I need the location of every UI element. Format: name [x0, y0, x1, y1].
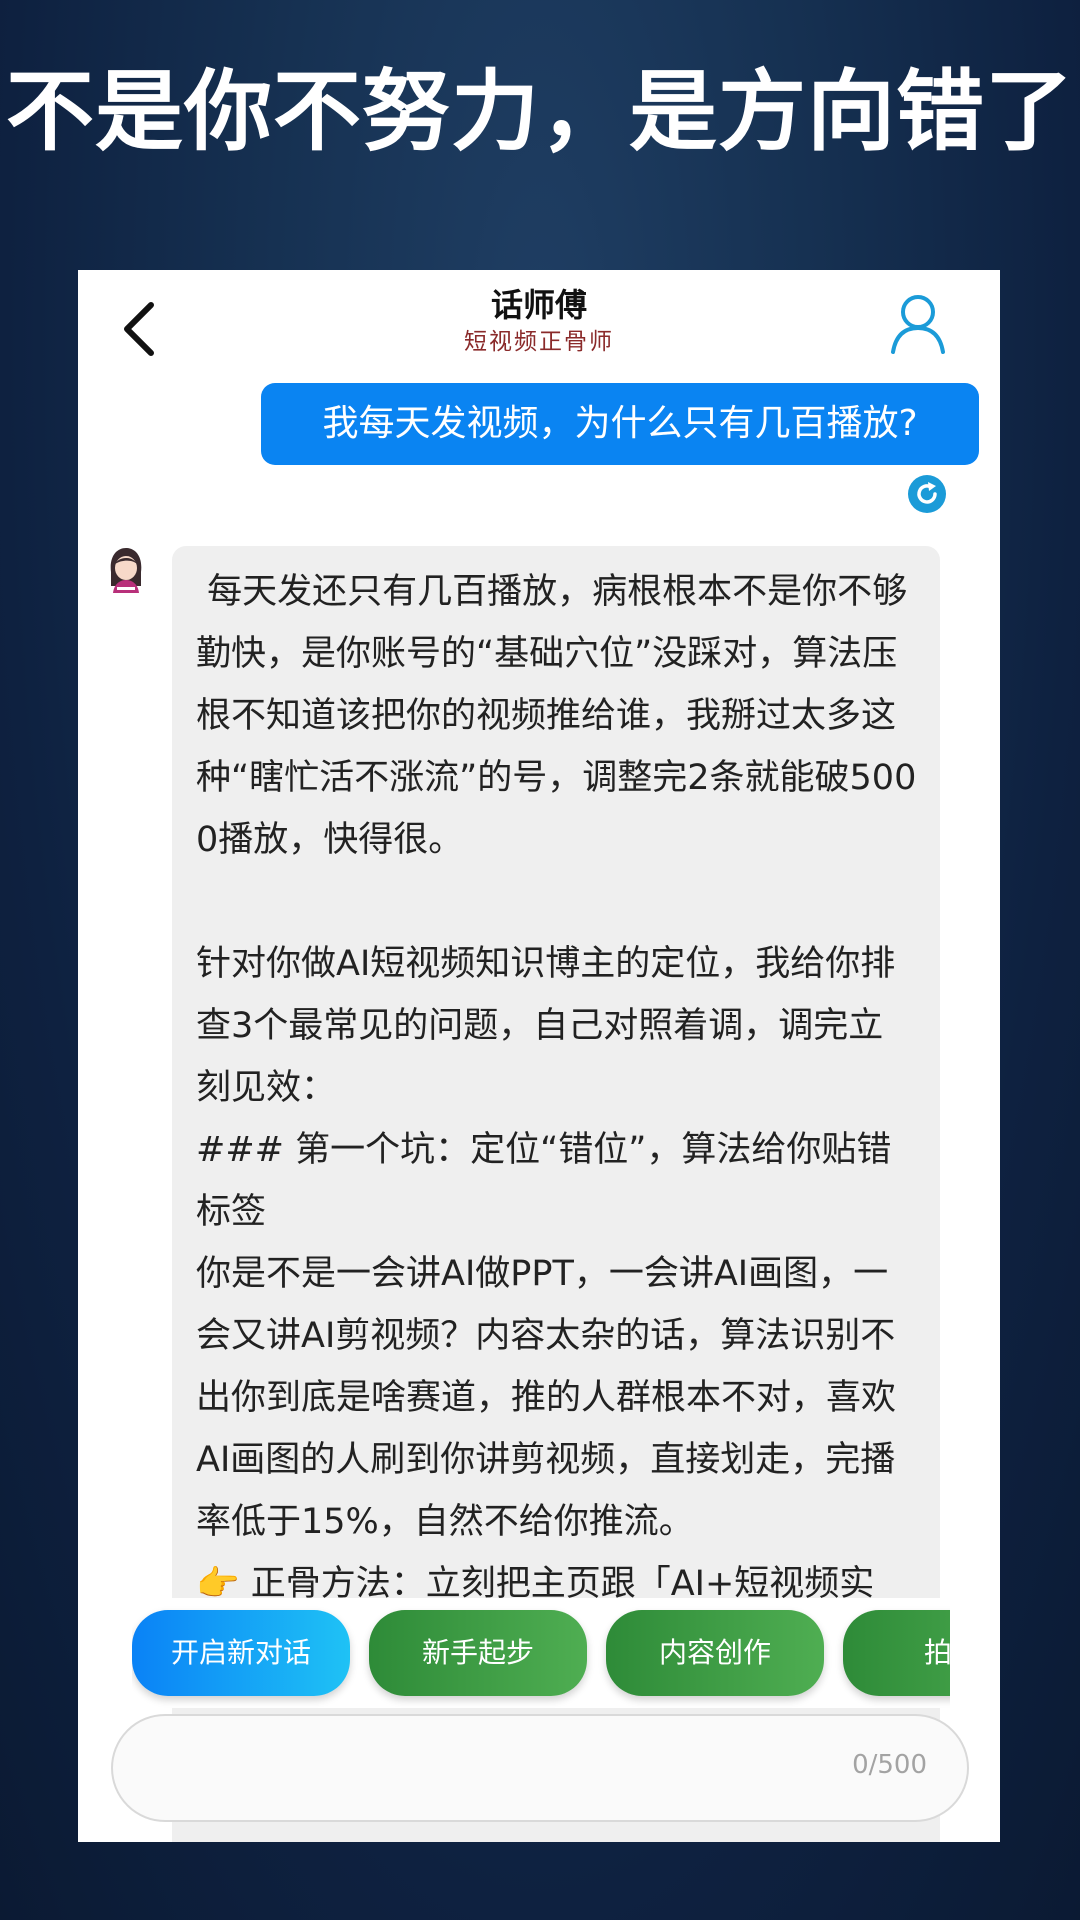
content-creation-chip[interactable]: 内容创作 — [606, 1610, 824, 1696]
assistant-message-text: 每天发还只有几百播放，病根根本不是你不够勤快，是你账号的“基础穴位”没踩对，算法… — [196, 572, 917, 1604]
char-counter: 0/500 — [852, 1750, 927, 1780]
header: 话师傅 短视频正骨师 — [78, 284, 1000, 358]
message-input-box[interactable]: 0/500 — [111, 1714, 969, 1822]
headline: 不是你不努力，是方向错了 — [5, 60, 1074, 163]
app-subtitle: 短视频正骨师 — [464, 329, 614, 355]
retry-button[interactable] — [907, 474, 947, 514]
app-title: 话师傅 — [490, 286, 587, 324]
profile-button[interactable] — [888, 292, 948, 358]
chat-screen: 话师傅 短视频正骨师 我每天发视频，为什么只有几百播放? 每天发还只有几百播放，… — [78, 270, 1000, 1842]
assistant-avatar — [105, 546, 147, 594]
message-input[interactable] — [153, 1736, 757, 1802]
user-profile-icon — [891, 295, 945, 354]
user-message-bubble: 我每天发视频，为什么只有几百播放? — [261, 383, 979, 465]
quick-action-bar: 开启新对话 新手起步 内容创作 拍摄 — [78, 1598, 1000, 1708]
new-conversation-chip[interactable]: 开启新对话 — [132, 1610, 350, 1696]
beginner-chip[interactable]: 新手起步 — [369, 1610, 587, 1696]
quick-action-scroll[interactable]: 开启新对话 新手起步 内容创作 拍摄 — [132, 1598, 950, 1708]
refresh-icon — [908, 475, 946, 513]
shooting-chip[interactable]: 拍摄 — [843, 1610, 950, 1696]
